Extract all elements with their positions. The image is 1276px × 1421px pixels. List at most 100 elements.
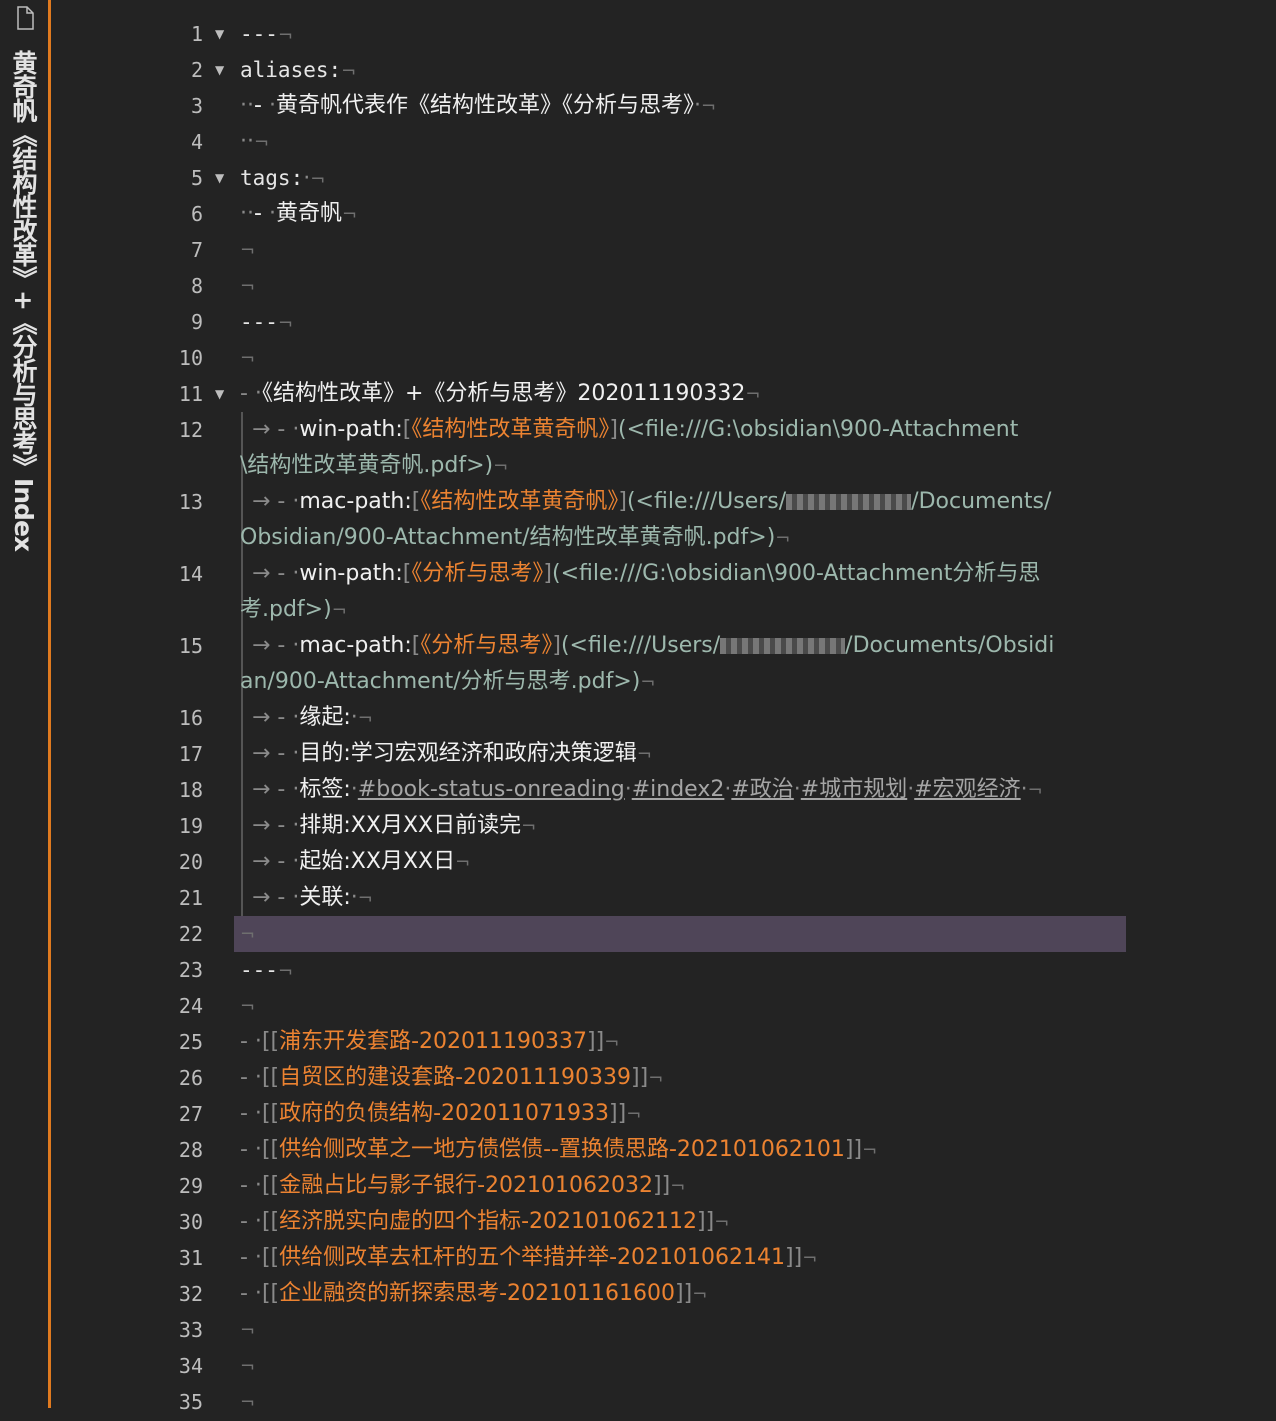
editor-line[interactable]: 5 ▼ tags:·¬ <box>51 160 1276 196</box>
list-bullet: - <box>270 633 293 658</box>
list-bullet: - · <box>240 1101 262 1126</box>
link-text[interactable]: 《分析与思考》 <box>420 633 552 658</box>
fold-chevron-icon[interactable]: ▼ <box>215 52 224 88</box>
link-text[interactable]: 《结构性改革黄奇帆》 <box>411 417 609 442</box>
editor-line[interactable]: 21 → - ·关联:·¬ <box>51 880 1276 916</box>
newline-marker: ¬ <box>240 996 256 1017</box>
editor-line[interactable]: 11 ▼ - ·《结构性改革》+《分析与思考》202011190332¬ <box>51 376 1276 412</box>
newline-marker: ¬ <box>648 1068 664 1089</box>
link-text[interactable]: 《分析与思考》 <box>411 561 543 586</box>
tab-marker-icon: → <box>252 489 271 514</box>
line-content: → - ·排期:XX月XX日前读完¬ <box>252 808 1132 845</box>
tag-link[interactable]: #book-status-onreading <box>358 777 625 802</box>
wikilink[interactable]: 供给侧改革去杠杆的五个举措并举-202101062141 <box>279 1245 785 1270</box>
line-number: 31 <box>178 1246 203 1270</box>
fold-chevron-icon[interactable]: ▼ <box>215 160 224 196</box>
whitespace-marker: · <box>350 777 358 802</box>
line-number: 26 <box>178 1066 203 1090</box>
line-number: 1 <box>190 22 203 46</box>
editor-line[interactable]: 30 - ·[[经济脱实向虚的四个指标-202101062112]]¬ <box>51 1204 1276 1240</box>
bracket: [[ <box>261 1245 280 1270</box>
line-content: ---¬ <box>240 16 1130 54</box>
bracket: [[ <box>261 1137 280 1162</box>
tag-link[interactable]: #政治 <box>731 777 793 802</box>
fold-chevron-icon[interactable]: ▼ <box>215 16 224 52</box>
line-number: 11 <box>178 382 203 406</box>
editor-line[interactable]: 20 → - ·起始:XX月XX日¬ <box>51 844 1276 880</box>
editor-line[interactable]: 24 ¬ <box>51 988 1276 1024</box>
editor-line[interactable]: 2 ▼ aliases:¬ <box>51 52 1276 88</box>
newline-marker: ¬ <box>277 313 294 334</box>
line-content: - ·[[经济脱实向虚的四个指标-202101062112]]¬ <box>240 1204 1130 1241</box>
tab-marker-icon: → <box>252 777 271 802</box>
newline-marker: ¬ <box>670 1176 686 1197</box>
fold-chevron-icon[interactable]: ▼ <box>215 376 224 412</box>
editor-line[interactable]: 22 ¬ <box>51 916 1276 952</box>
wikilink[interactable]: 企业融资的新探索思考-202101161600 <box>279 1281 675 1306</box>
indent-guide <box>241 736 243 772</box>
editor-line[interactable]: 26 - ·[[自贸区的建设套路-202011190339]]¬ <box>51 1060 1276 1096</box>
line-number: 3 <box>190 94 203 118</box>
line-content: - ·[[政府的负债结构-202011071933]]¬ <box>240 1096 1130 1133</box>
editor-line[interactable]: 23 ---¬ <box>51 952 1276 988</box>
markdown-editor[interactable]: 1 ▼ ---¬ 2 ▼ aliases:¬ 3 ··- ·黄奇帆代表作《结构性改革》《分析与… <box>51 16 1276 1420</box>
bracket: ]] <box>785 1245 803 1270</box>
editor-line[interactable]: 10 ¬ <box>51 340 1276 376</box>
editor-line[interactable]: 16 → - ·缘起:·¬ <box>51 700 1276 736</box>
editor-line[interactable]: 6 ··- ·黄奇帆¬ <box>51 196 1276 232</box>
wikilink[interactable]: 金融占比与影子银行-202101062032 <box>279 1173 653 1198</box>
editor-line[interactable]: 31 - ·[[供给侧改革去杠杆的五个举措并举-202101062141]]¬ <box>51 1240 1276 1276</box>
editor-line[interactable]: 8 ¬ <box>51 268 1276 304</box>
editor-line[interactable]: 3 ··- ·黄奇帆代表作《结构性改革》《分析与思考》·¬ <box>51 88 1276 124</box>
editor-line[interactable]: 25 - ·[[浦东开发套路-202011190337]]¬ <box>51 1024 1276 1060</box>
whitespace-marker: · <box>1020 777 1028 802</box>
note-title[interactable]: 黄奇帆《结构性改革》+《分析与思考》Index <box>8 50 38 551</box>
tag-link[interactable]: #index2 <box>632 777 725 802</box>
link-text[interactable]: 《结构性改革黄奇帆》 <box>420 489 618 514</box>
editor-line[interactable]: 17 → - ·目的:学习宏观经济和政府决策逻辑¬ <box>51 736 1276 772</box>
whitespace-marker: · <box>350 705 358 730</box>
tag-link[interactable]: #城市规划 <box>801 777 907 802</box>
link-url-wrapped: an/900-Attachment/分析与思考.pdf>) <box>240 669 641 694</box>
newline-marker: ¬ <box>240 348 256 369</box>
line-number: 15 <box>178 634 203 658</box>
newline-marker: ¬ <box>640 672 656 693</box>
wikilink[interactable]: 浦东开发套路-202011190337 <box>279 1029 587 1054</box>
editor-line[interactable]: 19 → - ·排期:XX月XX日前读完¬ <box>51 808 1276 844</box>
editor-line[interactable]: 13 → - ·mac-path:[《结构性改革黄奇帆》](<file:///Us… <box>51 484 1276 556</box>
editor-line[interactable]: 18 → - ·标签:·#book-status-onreading·#index… <box>51 772 1276 808</box>
wikilink[interactable]: 自贸区的建设套路-202011190339 <box>279 1065 631 1090</box>
line-number: 19 <box>178 814 203 838</box>
editor-line[interactable]: 29 - ·[[金融占比与影子银行-202101062032]]¬ <box>51 1168 1276 1204</box>
wikilink[interactable]: 供给侧改革之一地方债偿债--置换债思路-202101062101 <box>279 1137 845 1162</box>
editor-line[interactable]: 34 ¬ <box>51 1348 1276 1384</box>
editor-line[interactable]: 4 ··¬ <box>51 124 1276 160</box>
editor-line[interactable]: 12 → - ·win-path:[《结构性改革黄奇帆》](<file:///G:… <box>51 412 1276 484</box>
newline-marker: ¬ <box>277 25 294 46</box>
editor-line[interactable]: 15 → - ·mac-path:[《分析与思考》](<file:///Users… <box>51 628 1276 700</box>
file-icon[interactable] <box>15 6 35 30</box>
editor-line[interactable]: 28 - ·[[供给侧改革之一地方债偿债--置换债思路-202101062101]… <box>51 1132 1276 1168</box>
editor-line[interactable]: 14 → - ·win-path:[《分析与思考》](<file:///G:\ob… <box>51 556 1276 628</box>
editor-line[interactable]: 32 - ·[[企业融资的新探索思考-202101161600]]¬ <box>51 1276 1276 1312</box>
line-number: 7 <box>190 238 203 262</box>
wikilink[interactable]: 政府的负债结构-202011071933 <box>279 1101 609 1126</box>
editor-line[interactable]: 1 ▼ ---¬ <box>51 16 1276 52</box>
yaml-key: aliases: <box>240 58 342 82</box>
editor-line[interactable]: 7 ¬ <box>51 232 1276 268</box>
line-number: 17 <box>178 742 203 766</box>
field-label: mac-path: <box>299 489 412 514</box>
newline-marker: ¬ <box>775 528 791 549</box>
link-url: (<file:///Users/ <box>626 489 787 514</box>
editor-line[interactable]: 33 ¬ <box>51 1312 1276 1348</box>
line-number: 23 <box>178 958 203 982</box>
indent-guide <box>241 808 243 844</box>
editor-line[interactable]: 35 ¬ <box>51 1384 1276 1420</box>
editor-line[interactable]: 9 ---¬ <box>51 304 1276 340</box>
yaml-value: 黄奇帆 <box>275 201 342 226</box>
wikilink[interactable]: 经济脱实向虚的四个指标-202101062112 <box>279 1209 697 1234</box>
editor-line[interactable]: 27 - ·[[政府的负债结构-202011071933]]¬ <box>51 1096 1276 1132</box>
tag-link[interactable]: #宏观经济 <box>914 777 1020 802</box>
tab-marker-icon: → <box>252 741 271 766</box>
bracket: [[ <box>261 1101 280 1126</box>
